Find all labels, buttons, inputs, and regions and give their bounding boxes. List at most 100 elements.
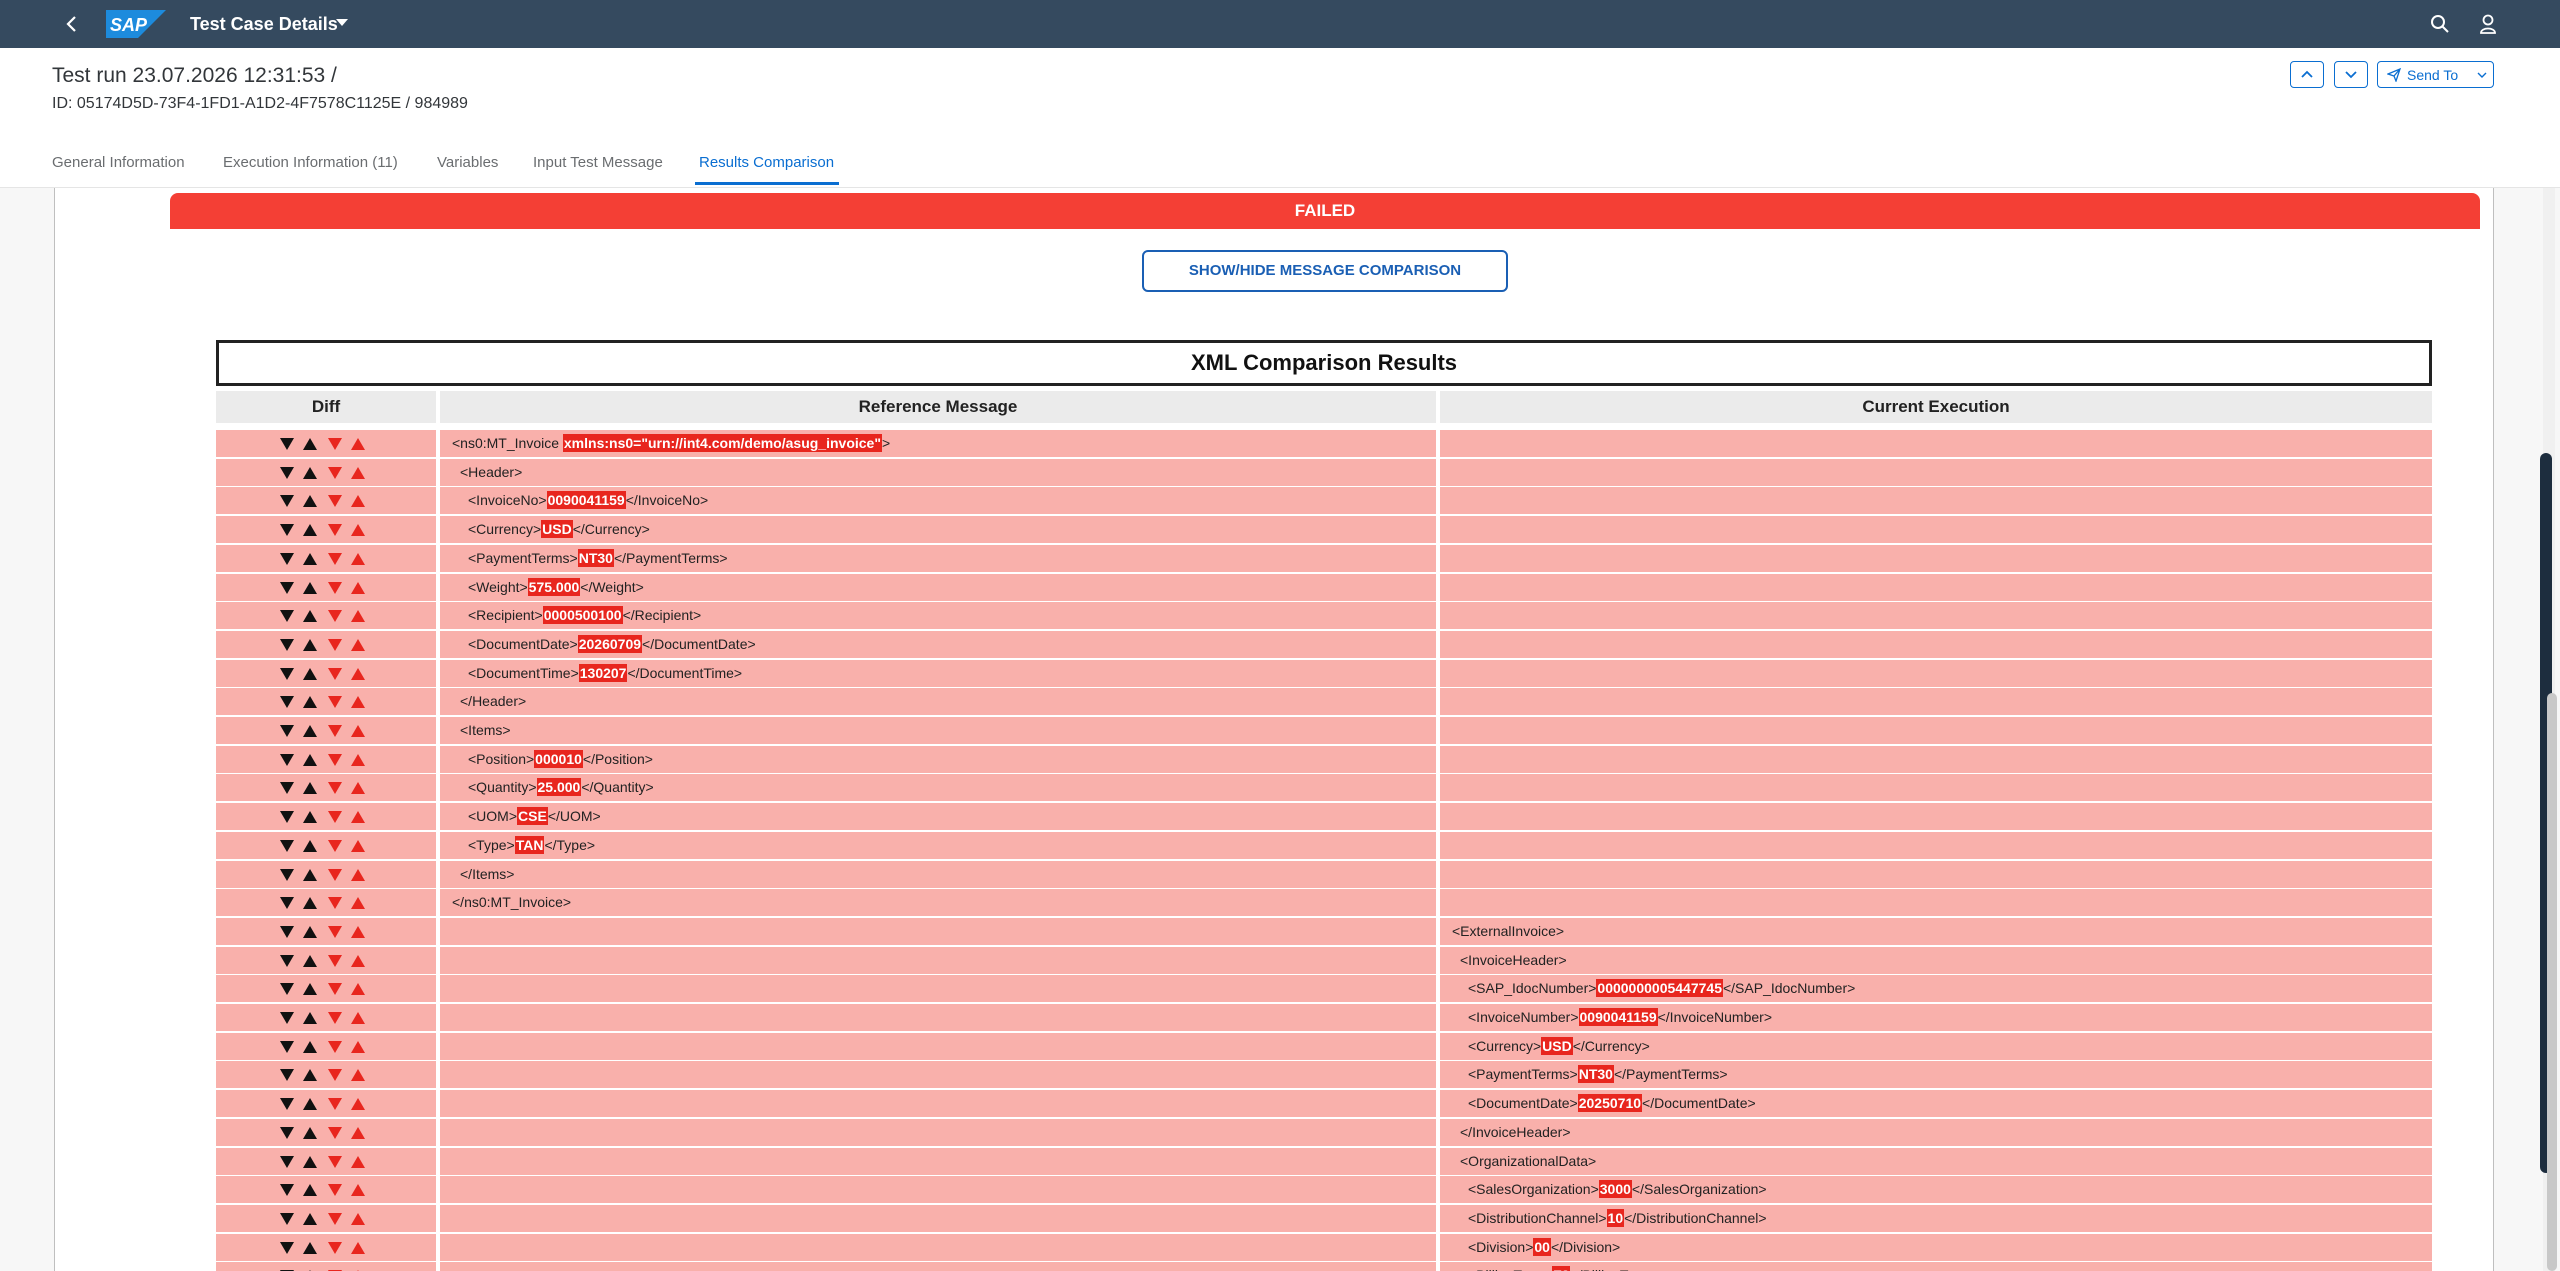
diff-arrows-icon[interactable] bbox=[278, 608, 370, 624]
current-cell bbox=[1440, 574, 2432, 601]
reference-cell bbox=[440, 1148, 1436, 1175]
xml-line: </InvoiceHeader> bbox=[1460, 1119, 1571, 1146]
next-item-button[interactable] bbox=[2334, 61, 2368, 88]
xml-tag: <UOM> bbox=[468, 808, 518, 824]
diff-arrows-icon[interactable] bbox=[278, 465, 370, 481]
previous-item-button[interactable] bbox=[2290, 61, 2324, 88]
comparison-row: <OrganizationalData> bbox=[216, 1148, 2432, 1175]
current-cell: <Currency>USD</Currency> bbox=[1440, 1033, 2432, 1060]
selected-tab-indicator bbox=[695, 182, 839, 185]
diff-arrows-icon[interactable] bbox=[278, 1010, 370, 1026]
sap-logo[interactable]: SAP bbox=[106, 10, 166, 38]
diff-cell bbox=[216, 430, 436, 457]
xml-tag: </Weight> bbox=[580, 579, 644, 595]
comparison-row: <InvoiceNumber>0090041159</InvoiceNumber… bbox=[216, 1004, 2432, 1031]
diff-arrows-icon[interactable] bbox=[278, 981, 370, 997]
tab-execution-information[interactable]: Execution Information (11) bbox=[223, 152, 398, 174]
back-button[interactable] bbox=[58, 10, 86, 38]
diff-arrows-icon[interactable] bbox=[278, 752, 370, 768]
diff-arrows-icon[interactable] bbox=[278, 924, 370, 940]
diff-arrows-icon[interactable] bbox=[278, 1211, 370, 1227]
current-cell: <DistributionChannel>10</DistributionCha… bbox=[1440, 1205, 2432, 1232]
diff-arrows-icon[interactable] bbox=[278, 1039, 370, 1055]
tab-general-information[interactable]: General Information bbox=[52, 152, 185, 174]
diff-arrows-icon[interactable] bbox=[278, 694, 370, 710]
diff-arrows-icon[interactable] bbox=[278, 666, 370, 682]
caret-down-icon bbox=[2477, 72, 2487, 78]
xml-tag: <ns0:MT_Invoice bbox=[452, 435, 563, 451]
diff-arrows-icon[interactable] bbox=[278, 809, 370, 825]
current-cell: <PaymentTerms>NT30</PaymentTerms> bbox=[1440, 1061, 2432, 1088]
diff-arrows-icon[interactable] bbox=[278, 895, 370, 911]
reference-cell: <InvoiceNo>0090041159</InvoiceNo> bbox=[440, 487, 1436, 514]
reference-cell: <Position>000010</Position> bbox=[440, 746, 1436, 773]
xml-tag: </Header> bbox=[460, 693, 527, 709]
xml-tag: </InvoiceNumber> bbox=[1657, 1009, 1773, 1025]
diff-arrows-icon[interactable] bbox=[278, 838, 370, 854]
comparison-row: <DocumentTime>130207</DocumentTime> bbox=[216, 660, 2432, 687]
column-header-diff: Diff bbox=[216, 391, 436, 423]
comparison-row: <Type>TAN</Type> bbox=[216, 832, 2432, 859]
diff-cell bbox=[216, 918, 436, 945]
comparison-row: <Currency>USD</Currency> bbox=[216, 516, 2432, 543]
diff-highlight: 0090041159 bbox=[546, 491, 626, 509]
tab-input-test-message[interactable]: Input Test Message bbox=[533, 152, 663, 174]
diff-arrows-icon[interactable] bbox=[278, 580, 370, 596]
diff-arrows-icon[interactable] bbox=[278, 867, 370, 883]
tab-bar: General Information Execution Informatio… bbox=[0, 140, 2560, 188]
diff-arrows-icon[interactable] bbox=[278, 1154, 370, 1170]
diff-arrows-icon[interactable] bbox=[278, 780, 370, 796]
diff-cell bbox=[216, 1262, 436, 1271]
xml-tag: </Type> bbox=[544, 837, 596, 853]
xml-tag: </SAP_IdocNumber> bbox=[1722, 980, 1856, 996]
show-hide-comparison-button[interactable]: SHOW/HIDE MESSAGE COMPARISON bbox=[1142, 250, 1508, 292]
diff-arrows-icon[interactable] bbox=[278, 723, 370, 739]
xml-tag: <DocumentDate> bbox=[468, 636, 578, 652]
xml-tag: <Quantity> bbox=[468, 779, 537, 795]
user-button[interactable] bbox=[2474, 10, 2502, 38]
diff-cell bbox=[216, 487, 436, 514]
app-title[interactable]: Test Case Details bbox=[190, 12, 338, 36]
diff-arrows-icon[interactable] bbox=[278, 493, 370, 509]
xml-line: <OrganizationalData> bbox=[1460, 1148, 1596, 1175]
reference-cell bbox=[440, 1176, 1436, 1203]
xml-tag: <ExternalInvoice> bbox=[1452, 923, 1565, 939]
xml-line: <Currency>USD</Currency> bbox=[468, 516, 650, 543]
xml-tag: </DocumentDate> bbox=[1642, 1095, 1756, 1111]
diff-cell bbox=[216, 861, 436, 888]
diff-arrows-icon[interactable] bbox=[278, 953, 370, 969]
xml-line: </Items> bbox=[460, 861, 514, 888]
reference-cell: <Quantity>25.000</Quantity> bbox=[440, 774, 1436, 801]
diff-arrows-icon[interactable] bbox=[278, 436, 370, 452]
diff-arrows-icon[interactable] bbox=[278, 1125, 370, 1141]
reference-cell: <UOM>CSE</UOM> bbox=[440, 803, 1436, 830]
xml-line: <UOM>CSE</UOM> bbox=[468, 803, 601, 830]
reference-cell: <DocumentTime>130207</DocumentTime> bbox=[440, 660, 1436, 687]
current-cell bbox=[1440, 631, 2432, 658]
diff-arrows-icon[interactable] bbox=[278, 522, 370, 538]
tab-variables[interactable]: Variables bbox=[437, 152, 498, 174]
diff-arrows-icon[interactable] bbox=[278, 1067, 370, 1083]
current-cell bbox=[1440, 459, 2432, 486]
xml-line: <PaymentTerms>NT30</PaymentTerms> bbox=[468, 545, 728, 572]
diff-arrows-icon[interactable] bbox=[278, 551, 370, 567]
diff-arrows-icon[interactable] bbox=[278, 1240, 370, 1256]
xml-tag: <InvoiceNo> bbox=[468, 492, 547, 508]
reference-cell bbox=[440, 1033, 1436, 1060]
search-button[interactable] bbox=[2426, 10, 2454, 38]
xml-line: <Type>TAN</Type> bbox=[468, 832, 595, 859]
send-to-button[interactable]: Send To bbox=[2377, 61, 2494, 88]
caret-down-icon[interactable] bbox=[336, 19, 348, 27]
comparison-row: <Position>000010</Position> bbox=[216, 746, 2432, 773]
diff-arrows-icon[interactable] bbox=[278, 1182, 370, 1198]
xml-tag: <Position> bbox=[468, 751, 535, 767]
diff-cell bbox=[216, 631, 436, 658]
diff-arrows-icon[interactable] bbox=[278, 637, 370, 653]
current-cell: <OrganizationalData> bbox=[1440, 1148, 2432, 1175]
current-cell bbox=[1440, 602, 2432, 629]
tab-results-comparison[interactable]: Results Comparison bbox=[699, 152, 834, 174]
xml-line: <SAP_IdocNumber>0000000005447745</SAP_Id… bbox=[1468, 975, 1855, 1002]
diff-highlight: 130207 bbox=[578, 664, 628, 682]
page-scrollbar-thumb[interactable] bbox=[2547, 693, 2557, 1271]
diff-arrows-icon[interactable] bbox=[278, 1096, 370, 1112]
